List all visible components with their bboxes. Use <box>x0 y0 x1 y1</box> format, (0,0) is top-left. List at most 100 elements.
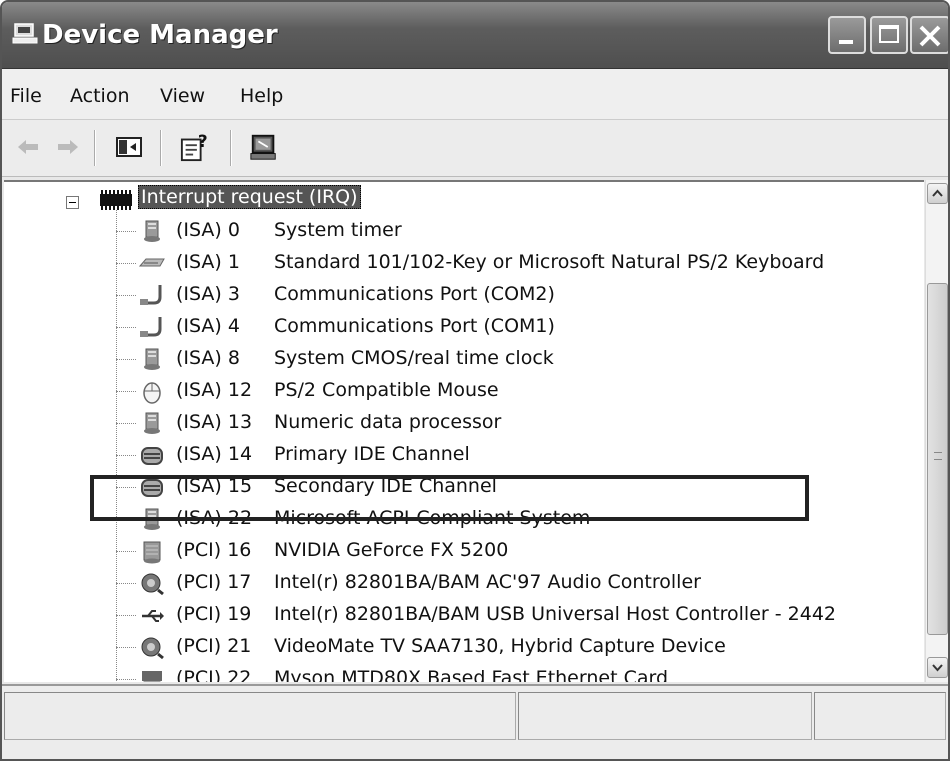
back-arrow-icon[interactable] <box>14 132 42 162</box>
forward-arrow-icon[interactable] <box>54 132 82 162</box>
scroll-up-button[interactable] <box>927 183 948 204</box>
ide-controller-icon <box>141 479 163 497</box>
system-device-icon <box>144 508 160 530</box>
irq-number: (ISA) 8 <box>176 347 240 369</box>
close-button[interactable] <box>910 16 948 54</box>
toolbar-separator <box>230 130 232 166</box>
irq-number: (ISA) 1 <box>176 251 240 273</box>
scroll-down-button[interactable] <box>927 657 948 678</box>
tree-guide-line <box>116 551 136 552</box>
minimize-icon <box>839 40 853 44</box>
tree-guide-line <box>116 391 136 392</box>
irq-number: (ISA) 15 <box>176 475 253 497</box>
device-name: Communications Port (COM1) <box>274 315 555 337</box>
irq-number: (PCI) 19 <box>176 603 252 625</box>
maximize-icon <box>879 25 899 43</box>
network-adapter-icon <box>142 671 162 682</box>
tree-guide-line <box>116 647 136 648</box>
tree-item[interactable]: (ISA) 22 Microsoft ACPI-Compliant System <box>4 504 924 536</box>
device-name: System CMOS/real time clock <box>274 347 554 369</box>
tree-item[interactable]: (PCI) 21 VideoMate TV SAA7130, Hybrid Cap… <box>4 632 924 664</box>
properties-help-icon[interactable]: ? <box>178 132 212 162</box>
sound-device-icon <box>141 573 164 596</box>
irq-number: (ISA) 22 <box>176 507 253 529</box>
tree-guide-line <box>116 615 136 616</box>
tree-guide-line <box>116 263 136 264</box>
tree-item[interactable]: (ISA) 13 Numeric data processor <box>4 408 924 440</box>
system-device-icon <box>144 348 160 370</box>
menu-bar: File Action View Help <box>2 69 948 120</box>
status-bar <box>2 684 948 759</box>
show-hide-console-tree-icon[interactable] <box>114 132 144 162</box>
chip-icon <box>100 190 132 210</box>
tree-item[interactable]: (ISA) 15 Secondary IDE Channel <box>4 472 924 504</box>
status-pane <box>4 692 516 740</box>
tree-item[interactable]: (ISA) 0 System timer <box>4 216 924 248</box>
menu-file[interactable]: File <box>10 85 42 107</box>
menu-view[interactable]: View <box>160 85 205 107</box>
tree-guide-line <box>116 231 136 232</box>
tree-guide-line <box>116 487 136 488</box>
tree-guide-line <box>116 679 136 680</box>
tree-item[interactable]: (PCI) 17 Intel(r) 82801BA/BAM AC'97 Audio… <box>4 568 924 600</box>
collapse-icon[interactable] <box>66 196 79 209</box>
system-device-icon <box>144 412 160 434</box>
display-adapter-icon <box>143 541 161 564</box>
scan-hardware-icon[interactable] <box>248 132 280 162</box>
keyboard-icon <box>138 258 165 267</box>
tree-root-label: Interrupt request (IRQ) <box>138 185 361 209</box>
status-pane <box>518 692 812 740</box>
irq-number: (ISA) 14 <box>176 443 253 465</box>
title-bar[interactable]: Device Manager <box>2 2 948 69</box>
tree-item[interactable]: (ISA) 4 Communications Port (COM1) <box>4 312 924 344</box>
grip-icon <box>934 452 942 460</box>
device-name: System timer <box>274 219 402 241</box>
tree-root-irq[interactable]: Interrupt request (IRQ) <box>4 184 904 214</box>
device-tree[interactable]: Interrupt request (IRQ) (ISA) 0 System ti… <box>4 180 924 682</box>
device-name: VideoMate TV SAA7130, Hybrid Capture Dev… <box>274 635 726 657</box>
status-pane <box>814 692 946 740</box>
ide-controller-icon <box>141 447 163 465</box>
system-device-icon <box>144 220 160 242</box>
tree-item[interactable]: (ISA) 1 Standard 101/102-Key or Microsoft… <box>4 248 924 280</box>
scrollbar-thumb[interactable] <box>927 283 948 635</box>
irq-number: (PCI) 16 <box>176 539 252 561</box>
irq-number: (PCI) 17 <box>176 571 252 593</box>
tree-item[interactable]: (PCI) 22 Myson MTD80X Based Fast Ethernet… <box>4 664 924 682</box>
tree-item[interactable]: (ISA) 12 PS/2 Compatible Mouse <box>4 376 924 408</box>
device-name: Numeric data processor <box>274 411 502 433</box>
irq-number: (ISA) 13 <box>176 411 253 433</box>
tree-item[interactable]: (ISA) 14 Primary IDE Channel <box>4 440 924 472</box>
port-icon <box>140 285 162 305</box>
device-name: Myson MTD80X Based Fast Ethernet Card <box>274 667 669 682</box>
menu-help[interactable]: Help <box>240 85 283 107</box>
tree-item[interactable]: (ISA) 8 System CMOS/real time clock <box>4 344 924 376</box>
vertical-scrollbar[interactable] <box>925 180 948 682</box>
irq-number: (ISA) 0 <box>176 219 240 241</box>
device-name: Communications Port (COM2) <box>274 283 555 305</box>
device-name: Microsoft ACPI-Compliant System <box>274 507 591 529</box>
tree-guide-line <box>116 295 136 296</box>
device-name: PS/2 Compatible Mouse <box>274 379 499 401</box>
tree-item[interactable]: (PCI) 16 NVIDIA GeForce FX 5200 <box>4 536 924 568</box>
toolbar-separator <box>160 130 162 166</box>
tree-guide-line <box>116 327 136 328</box>
menu-action[interactable]: Action <box>70 85 130 107</box>
chevron-down-icon <box>932 664 943 672</box>
irq-number: (PCI) 22 <box>176 667 252 682</box>
device-manager-window: Device Manager File Action View Help ? I… <box>0 0 950 761</box>
tree-item[interactable]: (ISA) 3 Communications Port (COM2) <box>4 280 924 312</box>
tree-guide-line <box>116 423 136 424</box>
tree-guide-line <box>116 583 136 584</box>
mouse-icon <box>143 382 161 404</box>
window-title: Device Manager <box>42 20 278 50</box>
svg-text:?: ? <box>198 132 208 151</box>
device-name: NVIDIA GeForce FX 5200 <box>274 539 509 561</box>
maximize-button[interactable] <box>870 16 908 54</box>
device-name: Primary IDE Channel <box>274 443 470 465</box>
toolbar-separator <box>94 130 96 166</box>
tree-guide-line <box>116 519 136 520</box>
minimize-button[interactable] <box>828 16 866 54</box>
tree-item[interactable]: (PCI) 19 Intel(r) 82801BA/BAM USB Univers… <box>4 600 924 632</box>
tree-guide-line <box>116 359 136 360</box>
